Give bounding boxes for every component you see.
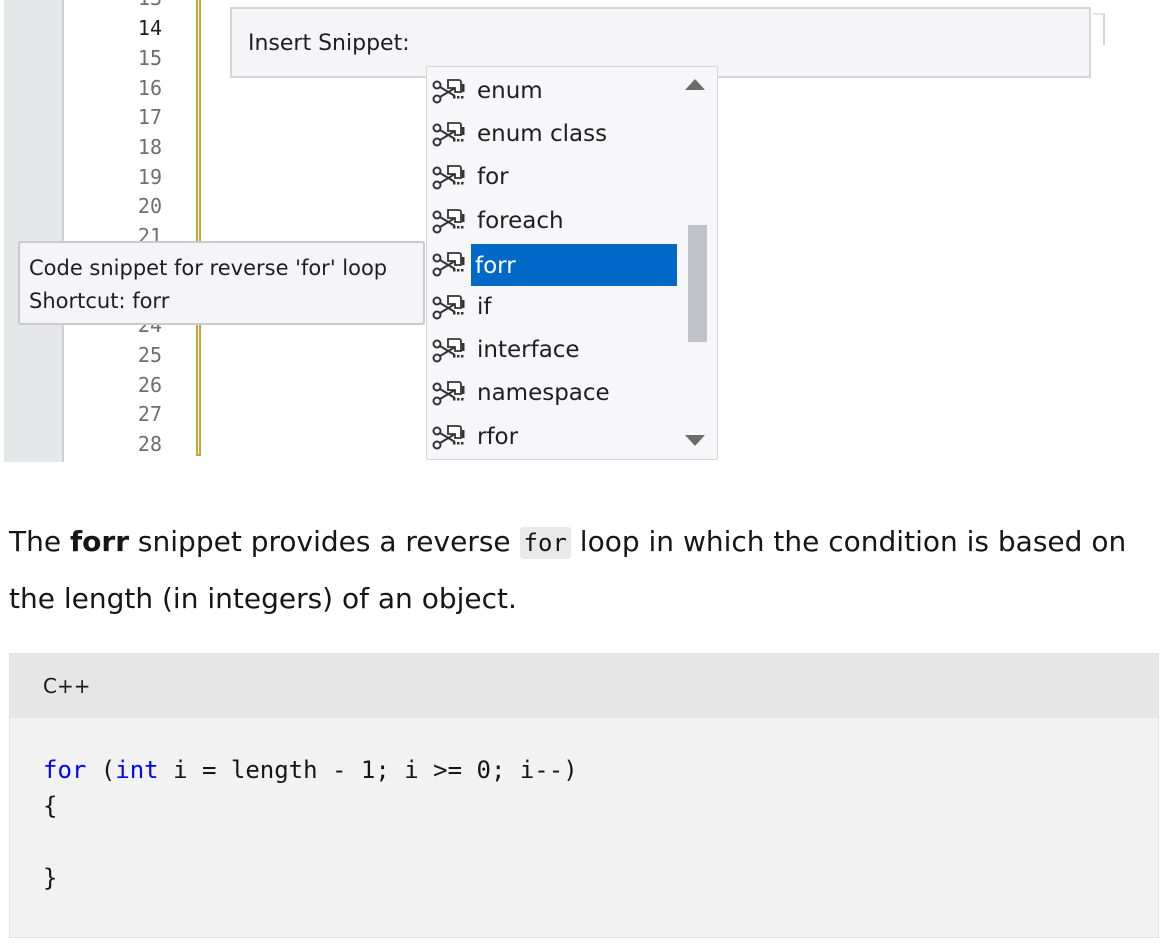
code-text: i = length - 1; i >= 0; i--) — [158, 756, 578, 784]
snippet-icon — [431, 251, 465, 279]
code-block: C++ for (int i = length - 1; i >= 0; i--… — [9, 653, 1159, 938]
snippet-item-label: enum class — [477, 121, 608, 148]
line-number: 15 — [137, 46, 162, 70]
prose-text: snippet provides a reverse — [129, 525, 520, 558]
code-keyword: int — [115, 756, 159, 784]
snippet-item-label: rfor — [477, 423, 519, 450]
snippet-item-label: namespace — [477, 380, 610, 407]
tooltip-description: Code snippet for reverse 'for' loop — [29, 256, 388, 280]
tooltip-shortcut: Shortcut: forr — [29, 289, 170, 313]
code-language-label: C++ — [43, 674, 91, 698]
line-number: 19 — [137, 165, 162, 189]
snippet-item-label: if — [477, 294, 492, 320]
snippet-item-if[interactable]: if — [427, 286, 687, 329]
editor-screenshot: 1314151617181920212425262728 Insert Snip… — [0, 0, 1110, 462]
code-text: } — [43, 864, 58, 892]
snippet-icon — [431, 208, 465, 236]
snippet-item-for[interactable]: for — [427, 156, 687, 199]
snippet-item-enum-class[interactable]: enum class — [427, 113, 687, 156]
snippet-icon — [431, 121, 465, 149]
snippet-icon — [431, 424, 465, 452]
snippet-item-rfor[interactable]: rfor — [427, 416, 687, 459]
snippet-list[interactable]: enum enum class for foreach forr if interface n… — [426, 66, 718, 460]
code-keyword: for — [43, 756, 87, 784]
snippet-icon — [431, 164, 465, 192]
snippet-icon — [431, 337, 465, 365]
line-number: 18 — [137, 135, 162, 159]
line-number: 25 — [137, 343, 162, 367]
snippet-icon — [431, 78, 465, 106]
snippet-icon — [431, 380, 465, 408]
prose-text: The — [9, 525, 70, 558]
snippet-item-label: enum — [477, 78, 543, 104]
snippet-icon — [431, 294, 465, 322]
line-number: 16 — [137, 76, 162, 100]
line-number: 14 — [137, 16, 162, 40]
snippet-item-label: interface — [477, 337, 580, 364]
inline-code: for — [519, 527, 571, 559]
line-number: 27 — [137, 402, 162, 426]
insert-snippet-box-edge — [1093, 13, 1105, 45]
line-number: 17 — [137, 105, 162, 129]
description-paragraph: The forr snippet provides a reverse for … — [9, 514, 1159, 627]
code-content[interactable]: for (int i = length - 1; i >= 0; i--) { … — [43, 752, 578, 896]
glyph-margin — [4, 0, 64, 462]
snippet-item-forr[interactable]: forr — [427, 243, 687, 286]
snippet-item-label: for — [477, 164, 509, 191]
snippet-item-label: foreach — [477, 207, 564, 234]
line-number: 28 — [137, 432, 162, 456]
code-text: { — [43, 792, 58, 820]
line-number: 13 — [112, 0, 162, 10]
snippet-item-label: forr — [471, 243, 677, 286]
snippet-tooltip: Code snippet for reverse 'for' loop Shor… — [18, 241, 425, 325]
line-number: 26 — [137, 373, 162, 397]
code-text: ( — [86, 756, 116, 784]
code-block-header: C++ — [10, 654, 1158, 718]
triangle-up-icon[interactable] — [685, 79, 705, 90]
snippet-item-interface[interactable]: interface — [427, 329, 687, 372]
snippet-item-enum[interactable]: enum — [427, 70, 687, 113]
triangle-down-icon[interactable] — [685, 435, 705, 446]
scrollbar-thumb[interactable] — [688, 225, 707, 342]
snippet-item-foreach[interactable]: foreach — [427, 200, 687, 243]
insert-snippet-label: Insert Snippet: — [248, 31, 410, 56]
line-numbers: 1314151617181920212425262728 — [112, 0, 162, 462]
line-number: 20 — [137, 194, 162, 218]
prose-bold-snippet-name: forr — [69, 525, 130, 558]
change-tracking-bar — [196, 0, 201, 456]
snippet-item-namespace[interactable]: namespace — [427, 372, 687, 415]
